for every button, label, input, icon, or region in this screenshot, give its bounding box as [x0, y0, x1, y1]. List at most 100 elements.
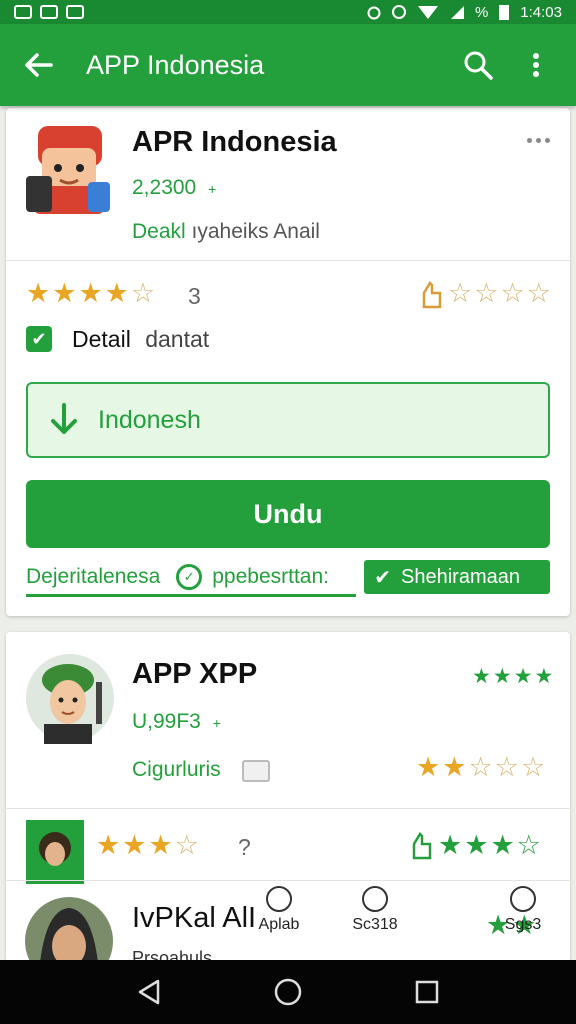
notification-icon [14, 5, 32, 19]
divider [6, 260, 570, 261]
notification-icon [66, 5, 84, 19]
alarm-icon [367, 6, 381, 20]
app-name: APR Indonesia [132, 126, 337, 158]
notification-icon [40, 5, 58, 19]
app-icon-avatar[interactable] [24, 124, 116, 216]
star-outline-icon: ☆ [494, 752, 519, 782]
badge-icon [242, 760, 270, 782]
thumb-icon[interactable] [410, 832, 434, 860]
overflow-menu-button[interactable] [516, 45, 556, 85]
app-icon-green[interactable] [26, 820, 84, 884]
app-size: 2,2300 + [132, 176, 217, 199]
download-icon [51, 403, 77, 434]
card-more-button[interactable] [527, 138, 550, 143]
detail-checkbox[interactable]: ✔ [26, 326, 52, 352]
star-icon: ★ [416, 752, 441, 782]
install-field-label: Indonesh [98, 405, 201, 434]
star-icon: ★ [96, 830, 121, 860]
sync-icon [391, 5, 406, 19]
more-vert-icon [533, 53, 539, 77]
location-pin-icon [266, 886, 292, 912]
developer-name[interactable]: Deakl ıyaheiks Anail [132, 220, 320, 244]
star-outline-icon[interactable]: ☆ [517, 832, 541, 859]
check-icon: ✔ [374, 566, 392, 589]
app-name: IvPKal AlI [132, 902, 257, 934]
battery-percent: % [474, 3, 489, 21]
rating-stars: ★ ★ ☆ ☆ ☆ [416, 754, 545, 781]
clock: 1:4:03 [520, 3, 562, 21]
rating-stars: ★ ★ ★ ★ ☆ [26, 280, 155, 307]
star-icon: ★ [513, 665, 533, 688]
home-icon[interactable] [273, 977, 303, 1007]
star-outline-icon: ☆ [174, 830, 199, 860]
nav-item-search[interactable]: Sgs3 [488, 886, 558, 934]
star-icon[interactable]: ★ [464, 832, 488, 859]
star-icon: ★ [104, 278, 129, 308]
back-button[interactable] [20, 47, 56, 83]
search-icon [464, 51, 493, 80]
info-pill-button[interactable]: ✔ Shehiramaan [364, 560, 550, 594]
star-icon: ★ [148, 830, 173, 860]
star-outline-icon[interactable]: ☆ [500, 280, 524, 307]
dot [536, 138, 541, 143]
star-outline-icon: ☆ [468, 752, 493, 782]
star-icon: ★ [472, 665, 491, 688]
download-button[interactable]: Undu [26, 480, 550, 548]
status-bar: % 1:4:03 [0, 0, 576, 24]
rating-stars: ★ ★ ★ ☆ [96, 832, 199, 859]
user-rating-stars[interactable]: ★ ★ ★ ☆ [438, 832, 541, 859]
star-outline-icon: ☆ [520, 752, 546, 782]
search-icon [510, 886, 536, 912]
back-triangle-icon[interactable] [134, 977, 164, 1007]
notification-icons [14, 5, 84, 19]
star-icon: ★ [26, 278, 51, 308]
app-bar: APP Indonesia [0, 24, 576, 106]
info-middle-text: ppebesrttan: [212, 565, 330, 588]
developer-name[interactable]: Cigurluris [132, 758, 221, 782]
info-row: Dejeritalenesa ✓ ppebesrttan: ✔ Shehiram… [26, 560, 550, 594]
install-field[interactable]: Indonesh [26, 382, 550, 458]
status-indicators: % 1:4:03 [367, 3, 562, 21]
recents-icon[interactable] [412, 977, 442, 1007]
check-icon: ✔ [31, 328, 47, 349]
signal-icon [450, 6, 464, 19]
star-icon: ★ [492, 665, 512, 688]
rating-count: 3 [188, 283, 201, 309]
dot [545, 138, 550, 143]
star-outline-icon[interactable]: ☆ [527, 280, 551, 307]
star-icon: ★ [534, 665, 554, 688]
app-name: APP XPP [132, 658, 258, 690]
back-arrow-icon [25, 53, 53, 77]
star-icon: ★ [52, 278, 77, 308]
clock-icon [362, 886, 388, 912]
info-left-text: Dejeritalenesa [26, 565, 161, 588]
wifi-icon [417, 6, 438, 19]
system-nav-bar [0, 960, 576, 1024]
battery-icon [499, 5, 510, 20]
app-size: U,99F3 + [132, 710, 221, 733]
rating-stars-small: ★ ★ ★ ★ [472, 666, 553, 687]
detail-label: Detail dantat [72, 326, 210, 352]
star-outline-icon[interactable]: ☆ [474, 280, 498, 307]
status-circle-icon: ✓ [176, 564, 203, 590]
star-outline-icon: ☆ [130, 278, 156, 308]
star-icon[interactable]: ★ [490, 832, 514, 859]
star-icon: ★ [122, 830, 147, 860]
divider [6, 808, 570, 809]
star-outline-icon[interactable]: ☆ [448, 280, 472, 307]
page-title: APP Indonesia [86, 49, 265, 80]
user-rating-stars[interactable]: ☆ ☆ ☆ ☆ [448, 280, 551, 307]
nav-item-scores[interactable]: Sc318 [340, 886, 410, 934]
star-icon[interactable]: ★ [438, 832, 462, 859]
rating-count: ? [238, 834, 251, 860]
app-detail-card: APR Indonesia 2,2300 + Deakl ıyaheiks An… [6, 108, 570, 616]
app-icon-person[interactable] [24, 896, 114, 962]
search-button[interactable] [458, 45, 498, 85]
divider [6, 880, 570, 881]
star-icon: ★ [442, 752, 467, 782]
nav-item-apps[interactable]: Aplab [244, 886, 314, 934]
thumb-icon[interactable] [420, 281, 444, 309]
info-underline [26, 594, 356, 597]
app-icon-soldier[interactable] [24, 652, 116, 744]
star-icon: ★ [78, 278, 103, 308]
